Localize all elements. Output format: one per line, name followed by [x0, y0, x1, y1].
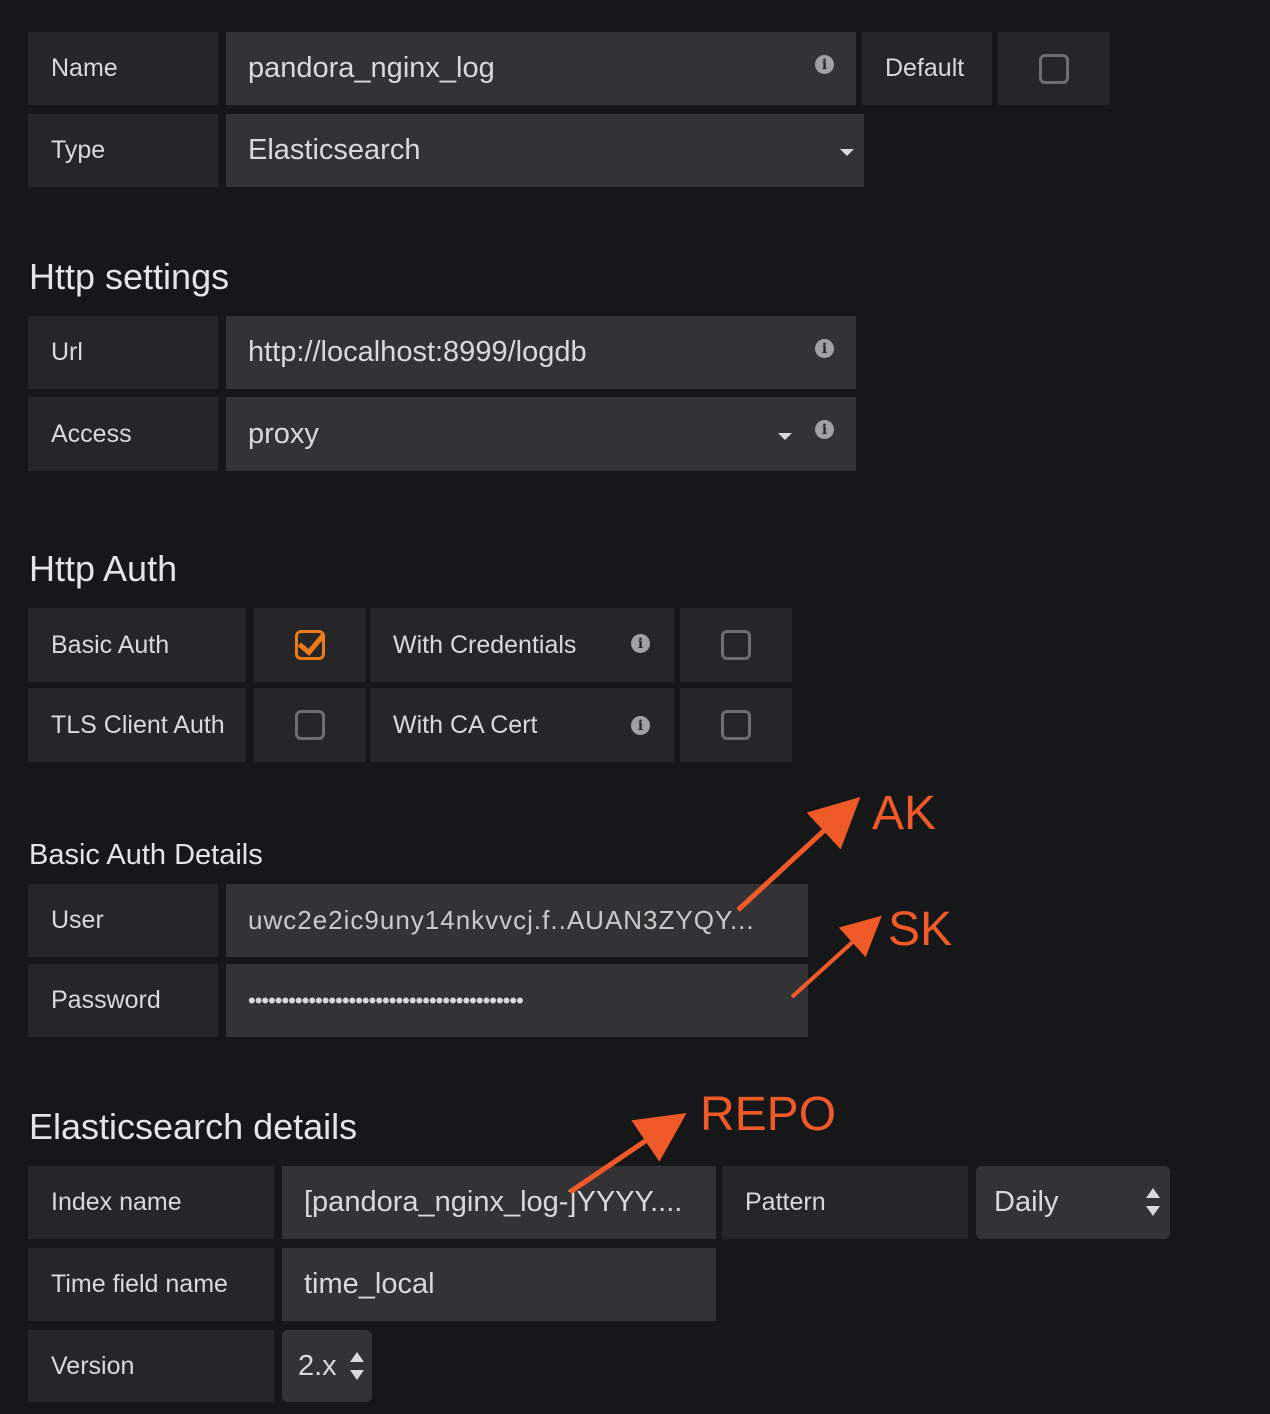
type-value: Elasticsearch: [248, 134, 421, 166]
url-value: http://localhost:8999/logdb: [248, 336, 587, 368]
access-label: Access: [28, 397, 218, 471]
pattern-value: Daily: [994, 1186, 1059, 1218]
time-field-name-input[interactable]: time_local: [282, 1248, 716, 1321]
info-icon[interactable]: i: [631, 634, 650, 653]
repo-annotation: REPO: [700, 1088, 837, 1141]
tls-client-auth-label: TLS Client Auth: [28, 688, 246, 762]
password-value: ••••••••••••••••••••••••••••••••••••••••…: [248, 987, 524, 1013]
user-input[interactable]: uwc2e2ic9uny14nkvvcj.f..AUAN3ZYQY...: [226, 884, 808, 957]
default-label: Default: [862, 32, 992, 105]
basic-auth-details-title: Basic Auth Details: [29, 839, 263, 871]
version-value: 2.x: [298, 1349, 337, 1382]
with-credentials-checkbox[interactable]: [721, 630, 751, 660]
with-ca-cert-checkbox[interactable]: [721, 710, 751, 740]
name-value: pandora_nginx_log: [248, 52, 495, 84]
ak-annotation: AK: [872, 787, 937, 840]
name-label: Name: [28, 32, 218, 105]
access-value: proxy: [248, 417, 319, 450]
elasticsearch-details-title: Elasticsearch details: [29, 1106, 358, 1147]
info-icon[interactable]: i: [815, 420, 834, 439]
chevron-down-icon: [778, 433, 792, 440]
type-label: Type: [28, 114, 218, 187]
default-checkbox[interactable]: [1039, 53, 1069, 84]
version-select[interactable]: 2.x: [282, 1330, 372, 1402]
time-field-name-label: Time field name: [28, 1248, 274, 1321]
with-ca-cert-checkbox-cell[interactable]: [680, 688, 792, 762]
user-label: User: [28, 884, 218, 957]
http-settings-title: Http settings: [29, 256, 230, 297]
info-icon[interactable]: i: [815, 55, 834, 74]
info-icon[interactable]: i: [631, 716, 650, 735]
user-value: uwc2e2ic9uny14nkvvcj.f..AUAN3ZYQY...: [248, 905, 755, 935]
index-name-value: [pandora_nginx_log-]YYYY....: [304, 1186, 683, 1218]
basic-auth-checkbox[interactable]: [295, 630, 325, 660]
pattern-select[interactable]: Daily: [976, 1166, 1170, 1239]
basic-auth-label: Basic Auth: [28, 608, 246, 682]
default-checkbox-cell[interactable]: [998, 32, 1110, 105]
password-label: Password: [28, 964, 218, 1037]
pattern-label: Pattern: [722, 1166, 968, 1239]
updown-arrows-icon: [1146, 1188, 1160, 1216]
version-label: Version: [28, 1330, 274, 1402]
tls-client-auth-checkbox-cell[interactable]: [254, 688, 366, 762]
sk-annotation: SK: [888, 903, 953, 956]
password-input[interactable]: ••••••••••••••••••••••••••••••••••••••••…: [226, 964, 808, 1037]
http-auth-title: Http Auth: [29, 548, 178, 589]
with-credentials-checkbox-cell[interactable]: [680, 608, 792, 682]
type-select[interactable]: Elasticsearch: [226, 114, 864, 187]
tls-client-auth-checkbox[interactable]: [295, 710, 325, 740]
info-icon[interactable]: i: [815, 339, 834, 358]
with-ca-cert-label: With CA Cert i: [370, 688, 674, 762]
name-input[interactable]: pandora_nginx_log i: [226, 32, 856, 105]
index-name-input[interactable]: [pandora_nginx_log-]YYYY....: [282, 1166, 716, 1239]
url-label: Url: [28, 316, 218, 389]
access-select[interactable]: proxy i: [226, 397, 856, 471]
with-credentials-label: With Credentials i: [370, 608, 674, 682]
index-name-label: Index name: [28, 1166, 274, 1239]
chevron-down-icon: [840, 149, 854, 156]
url-input[interactable]: http://localhost:8999/logdb i: [226, 316, 856, 389]
basic-auth-checkbox-cell[interactable]: [254, 608, 366, 682]
updown-arrows-icon: [350, 1352, 364, 1380]
time-field-name-value: time_local: [304, 1268, 435, 1300]
